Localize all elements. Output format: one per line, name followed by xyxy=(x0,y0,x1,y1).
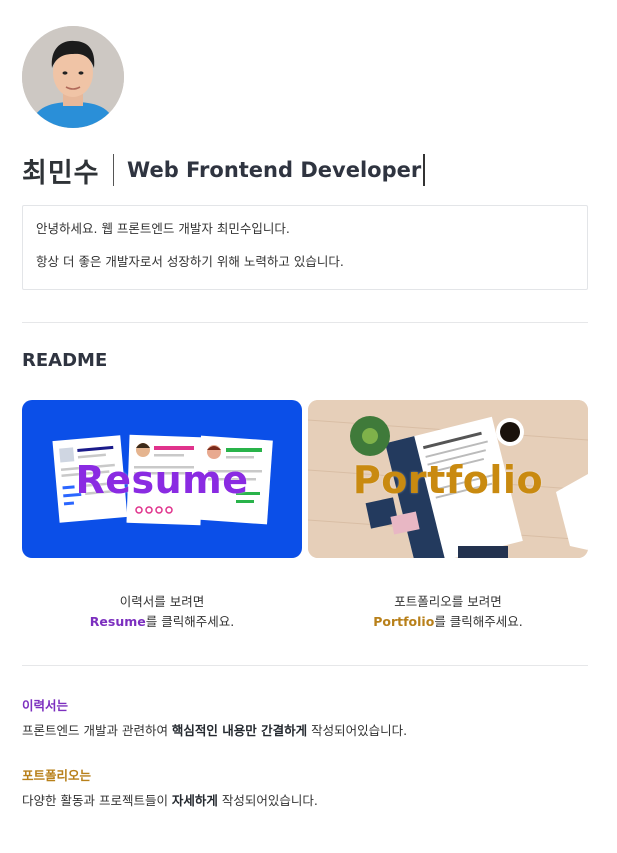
portfolio-caption-rest: 를 클릭해주세요. xyxy=(434,614,523,629)
resume-note-post: 작성되어있습니다. xyxy=(307,723,408,738)
divider xyxy=(22,665,588,666)
portfolio-link-text[interactable]: Portfolio xyxy=(373,614,434,629)
portfolio-caption-cta: Portfolio를 클릭해주세요. xyxy=(308,612,588,632)
resume-caption: 이력서를 보려면 Resume를 클릭해주세요. xyxy=(22,592,302,632)
resume-note-label: 이력서는 xyxy=(22,698,69,713)
resume-note-text: 프론트엔드 개발과 관련하여 핵심적인 내용만 간결하게 작성되어있습니다. xyxy=(22,720,407,739)
resume-link-text[interactable]: Resume xyxy=(90,614,146,629)
resume-caption-cta: Resume를 클릭해주세요. xyxy=(22,612,302,632)
profile-name: 최민수 xyxy=(22,157,100,189)
intro-line-2: 항상 더 좋은 개발자로서 성장하기 위해 노력하고 있습니다. xyxy=(36,254,344,269)
resume-caption-rest: 를 클릭해주세요. xyxy=(145,614,235,629)
divider xyxy=(22,322,588,323)
portfolio-caption: 포트폴리오를 보려면 Portfolio를 클릭해주세요. xyxy=(308,592,588,632)
portfolio-caption-line: 포트폴리오를 보려면 xyxy=(394,594,502,609)
portfolio-note-post: 작성되어있습니다. xyxy=(217,793,318,808)
portfolio-card-link[interactable]: Portfolio xyxy=(308,400,588,558)
resume-note-pre: 프론트엔드 개발과 관련하여 xyxy=(22,723,172,738)
portfolio-note-pre: 다양한 활동과 프로젝트들이 xyxy=(22,793,172,808)
text-cursor xyxy=(423,154,425,186)
resume-caption-line: 이력서를 보려면 xyxy=(119,594,205,609)
intro-callout: 안녕하세요. 웹 프론트엔드 개발자 최민수입니다. 항상 더 좋은 개발자로서… xyxy=(22,205,588,290)
intro-line-1: 안녕하세요. 웹 프론트엔드 개발자 최민수입니다. xyxy=(36,221,290,236)
portfolio-note-text: 다양한 활동과 프로젝트들이 자세하게 작성되어있습니다. xyxy=(22,790,318,809)
portfolio-card-label: Portfolio xyxy=(352,458,544,502)
title-divider xyxy=(112,154,115,186)
section-heading-readme: README xyxy=(22,350,108,371)
profile-role: Web Frontend Developer xyxy=(127,158,422,182)
portfolio-note-bold: 자세하게 xyxy=(171,793,218,808)
resume-card-label: Resume xyxy=(75,458,249,502)
resume-note-bold: 핵심적인 내용만 간결하게 xyxy=(171,723,308,738)
avatar-photo xyxy=(22,26,124,128)
page-title: 최민수 Web Frontend Developer xyxy=(22,150,425,190)
portfolio-note-label: 포트폴리오는 xyxy=(22,768,92,783)
resume-card-link[interactable]: Resume xyxy=(22,400,302,558)
avatar xyxy=(22,26,124,128)
